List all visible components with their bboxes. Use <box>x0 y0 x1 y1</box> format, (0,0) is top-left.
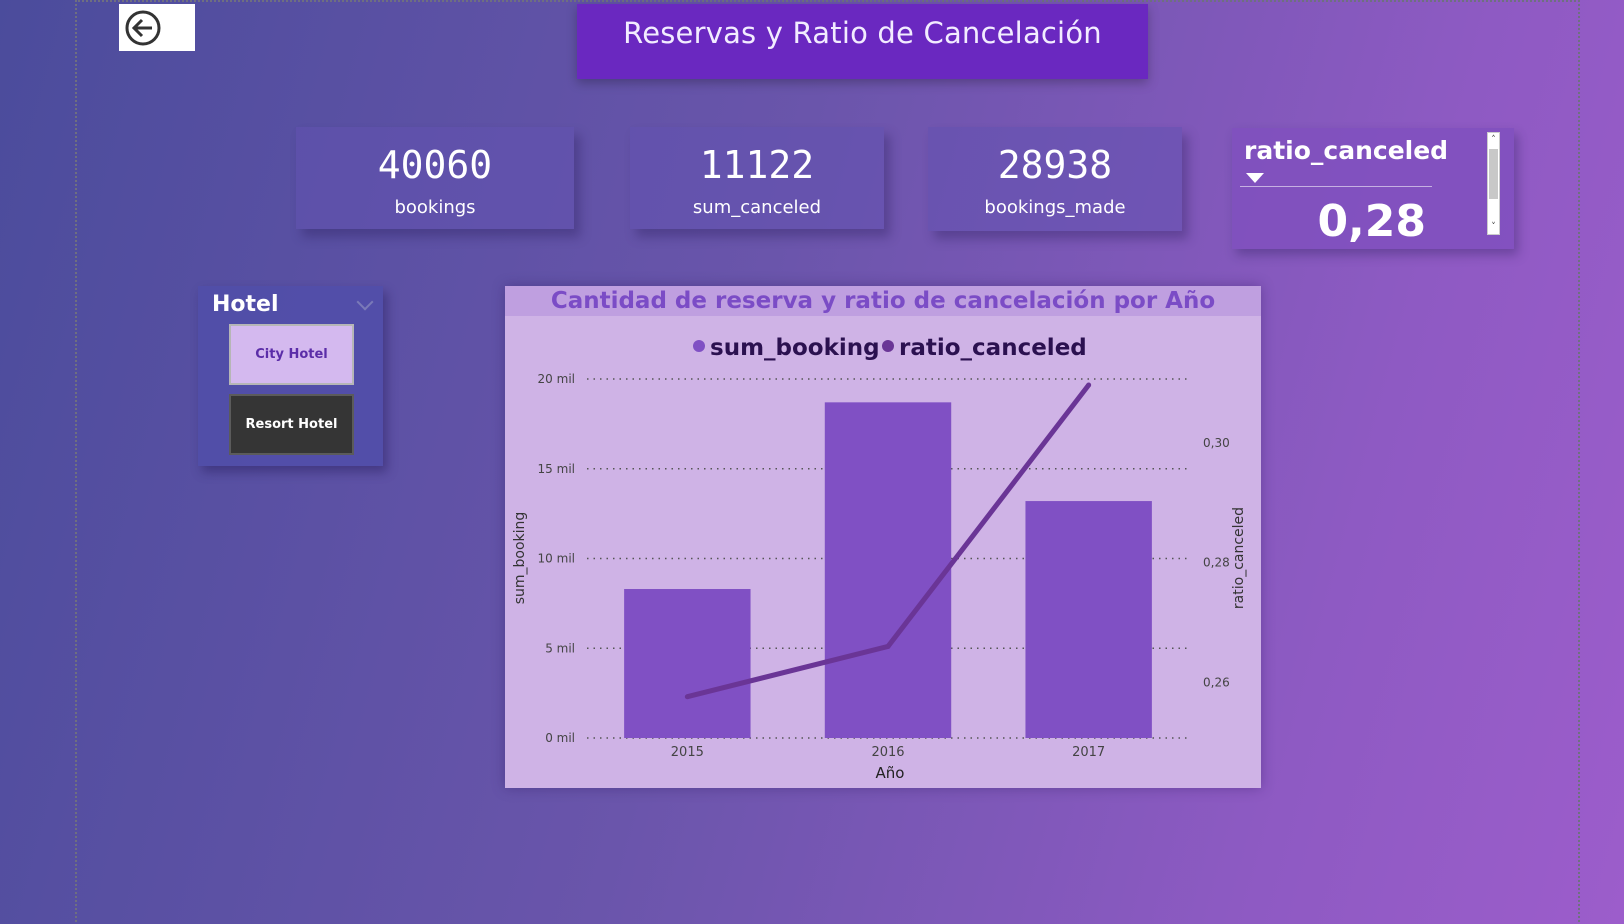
ratio-card-value: 0,28 <box>1317 196 1426 247</box>
back-button[interactable] <box>119 4 195 51</box>
slicer-option-resort-hotel[interactable]: Resort Hotel <box>229 394 354 455</box>
scroll-up-icon[interactable]: ˄ <box>1488 135 1499 145</box>
x-tick-label: 2017 <box>1072 745 1105 760</box>
y2-tick-label: 0,26 <box>1203 675 1230 689</box>
bar-2016[interactable] <box>824 402 952 738</box>
point-ratio-canceled-2015[interactable] <box>684 694 690 700</box>
kpi-card-sum-canceled: 11122 sum_canceled <box>630 127 884 229</box>
y-tick-label: 5 mil <box>545 641 575 655</box>
point-ratio-canceled-2017[interactable] <box>1086 382 1092 388</box>
point-ratio-canceled-2016[interactable] <box>885 643 891 649</box>
ratio-canceled-card: ratio_canceled 0,28 ˄ ˅ <box>1232 128 1514 249</box>
y2-tick-label: 0,30 <box>1203 436 1230 450</box>
slicer-title: Hotel <box>212 292 279 317</box>
y-tick-label: 15 mil <box>538 462 575 476</box>
bar-2017[interactable] <box>1025 501 1152 738</box>
kpi-value: 11122 <box>699 143 815 187</box>
chevron-down-icon[interactable] <box>356 293 374 311</box>
kpi-value: 28938 <box>997 143 1113 187</box>
chart-legend: sum_booking ratio_canceled <box>693 335 1087 361</box>
back-arrow-icon <box>125 10 161 45</box>
legend-label-sum-booking: sum_booking <box>710 335 880 361</box>
chart-plot: sum_booking ratio_canceled 0 mil 5 mil 10 … <box>512 335 1247 782</box>
y2-axis-label: ratio_canceled <box>1231 507 1247 609</box>
y-tick-label: 10 mil <box>538 552 575 566</box>
combo-chart: Cantidad de reserva y ratio de cancelaci… <box>505 286 1261 788</box>
legend-marker-sum-booking <box>693 340 705 352</box>
ratio-card-label: ratio_canceled <box>1244 136 1449 165</box>
kpi-label: sum_canceled <box>692 197 822 218</box>
scrollbar[interactable]: ˄ ˅ <box>1487 132 1500 235</box>
y2-tick-label: 0,28 <box>1203 556 1230 570</box>
bar-2015[interactable] <box>624 589 751 738</box>
x-axis-label: Año <box>876 764 905 782</box>
scroll-thumb[interactable] <box>1489 149 1498 199</box>
slicer-option-city-hotel[interactable]: City Hotel <box>229 324 354 385</box>
x-tick-label: 2015 <box>671 745 704 760</box>
kpi-card-bookings: 40060 bookings <box>296 127 574 229</box>
y-tick-label: 20 mil <box>538 372 575 386</box>
divider <box>1240 186 1432 187</box>
page-title: Reservas y Ratio de Cancelación <box>623 16 1102 50</box>
x-tick-label: 2016 <box>871 745 904 760</box>
hotel-slicer: Hotel City Hotel Resort Hotel <box>198 286 383 466</box>
kpi-label: bookings_made <box>984 197 1126 218</box>
scroll-down-icon[interactable]: ˅ <box>1488 222 1499 232</box>
y-axis-label: sum_booking <box>512 512 528 605</box>
kpi-label: bookings <box>394 197 476 218</box>
y-tick-label: 0 mil <box>545 731 575 745</box>
legend-marker-ratio-canceled <box>882 340 894 352</box>
kpi-value: 40060 <box>377 143 493 187</box>
legend-label-ratio-canceled: ratio_canceled <box>899 335 1087 361</box>
dropdown-triangle-icon[interactable] <box>1246 173 1264 183</box>
kpi-card-bookings-made: 28938 bookings_made <box>928 127 1182 231</box>
page-title-box: Reservas y Ratio de Cancelación <box>577 4 1148 79</box>
